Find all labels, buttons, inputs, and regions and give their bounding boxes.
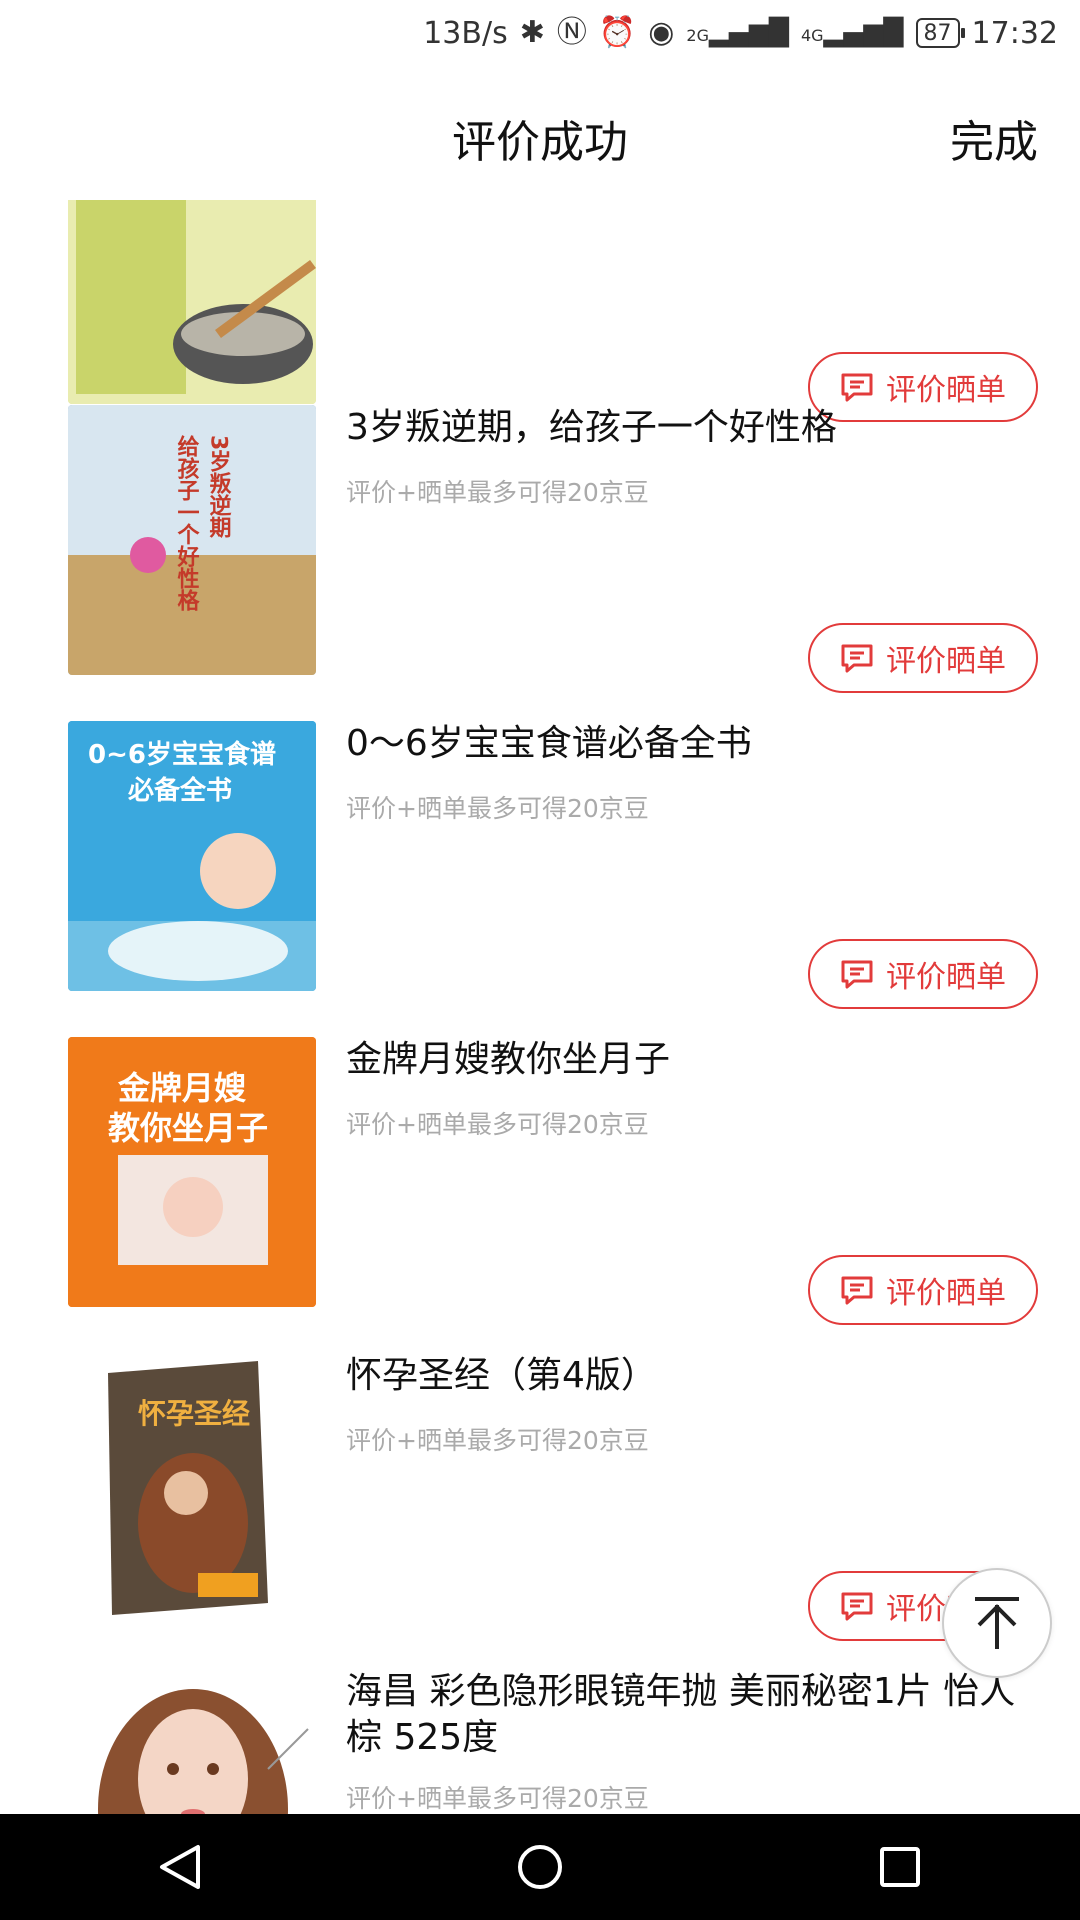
svg-text:怀孕圣经: 怀孕圣经: [138, 1397, 250, 1430]
comment-icon: [841, 373, 873, 402]
svg-text:教你坐月子: 教你坐月子: [108, 1109, 268, 1147]
home-nav-button[interactable]: [510, 1837, 570, 1897]
network-speed: 13B/s: [423, 15, 508, 51]
arrow-up-icon: [975, 1597, 1019, 1649]
reward-hint: 评价+晒单最多可得20京豆: [346, 1426, 649, 1455]
product-title[interactable]: 怀孕圣经（第4版）: [346, 1353, 1026, 1399]
battery-level: 87: [923, 20, 952, 46]
product-image[interactable]: [68, 1669, 316, 1814]
nfc-icon: Ⓝ: [556, 15, 587, 50]
product-title[interactable]: 海昌 彩色隐形眼镜年抛 美丽秘密1片 怡人棕 525度: [346, 1669, 1026, 1761]
bluetooth-icon: ✱: [519, 15, 545, 50]
signal-2g-icon: 2G▂▄▆█: [686, 18, 789, 48]
home-circle-icon: [518, 1845, 562, 1889]
svg-text:3岁叛逆期: 3岁叛逆期: [206, 435, 232, 540]
list-item: 怀孕圣经 怀孕圣经（第4版） 评价+晒单最多可得20京豆 评价晒单: [0, 1353, 1080, 1669]
review-button[interactable]: 评价晒单: [808, 623, 1038, 693]
battery-icon: 87: [915, 18, 965, 48]
clock: 17:32: [971, 15, 1058, 51]
header: 评价成功 完成: [0, 66, 1080, 202]
page-title: 评价成功: [452, 117, 628, 168]
review-button-label: 评价晒单: [886, 373, 1006, 408]
signal-4g-icon: 4G▂▄▆█: [800, 18, 904, 48]
product-title[interactable]: 0～6岁宝宝食谱必备全书: [346, 721, 1026, 767]
reward-hint: 评价+晒单最多可得20京豆: [346, 1784, 649, 1813]
review-button[interactable]: 评价晒单: [808, 1255, 1038, 1325]
svg-text:0~6岁宝宝食谱: 0~6岁宝宝食谱: [88, 739, 276, 770]
eye-icon: ◉: [648, 15, 675, 50]
list-item: 0~6岁宝宝食谱 必备全书 0～6岁宝宝食谱必备全书 评价+晒单最多可得20京豆…: [0, 721, 1080, 1037]
svg-text:必备全书: 必备全书: [128, 775, 232, 806]
comment-icon: [841, 644, 873, 673]
navigation-bar: [0, 1814, 1080, 1920]
comment-icon: [841, 1276, 873, 1305]
back-nav-button[interactable]: [150, 1837, 210, 1897]
svg-text:给孩子一个好性格: 给孩子一个好性格: [174, 434, 201, 611]
product-title[interactable]: 3岁叛逆期，给孩子一个好性格: [346, 405, 1026, 451]
back-triangle-icon: [160, 1845, 200, 1889]
reward-hint: 评价+晒单最多可得20京豆: [346, 794, 649, 823]
review-button[interactable]: 评价晒单: [808, 939, 1038, 1009]
list-item: 海昌 彩色隐形眼镜年抛 美丽秘密1片 怡人棕 525度 评价+晒单最多可得20京…: [0, 1669, 1080, 1814]
svg-text:金牌月嫂: 金牌月嫂: [117, 1069, 247, 1107]
back-to-top-button[interactable]: [942, 1568, 1052, 1678]
product-image[interactable]: 怀孕圣经: [68, 1353, 316, 1623]
product-image[interactable]: 0~6岁宝宝食谱 必备全书: [68, 721, 316, 991]
product-image[interactable]: 金牌月嫂 教你坐月子: [68, 1037, 316, 1307]
alarm-icon: ⏰: [598, 15, 637, 50]
recents-square-icon: [880, 1847, 920, 1887]
review-button-label: 评价晒单: [886, 960, 1006, 995]
done-button[interactable]: 完成: [950, 106, 1038, 170]
reward-hint: 评价+晒单最多可得20京豆: [346, 1110, 649, 1139]
order-item-list[interactable]: 评价晒单 3岁叛逆期 给孩子一个好性格 3岁叛逆期，给孩子一个好性格 评价+晒单…: [0, 200, 1080, 1814]
status-bar: 13B/s ✱ Ⓝ ⏰ ◉ 2G▂▄▆█ 4G▂▄▆█ 87 17:32: [0, 0, 1080, 66]
list-item: 3岁叛逆期 给孩子一个好性格 3岁叛逆期，给孩子一个好性格 评价+晒单最多可得2…: [0, 405, 1080, 721]
product-image[interactable]: 3岁叛逆期 给孩子一个好性格: [68, 405, 316, 675]
product-image[interactable]: [68, 200, 316, 404]
list-item: 金牌月嫂 教你坐月子 金牌月嫂教你坐月子 评价+晒单最多可得20京豆 评价晒单: [0, 1037, 1080, 1353]
comment-icon: [841, 960, 873, 989]
comment-icon: [841, 1592, 873, 1621]
recents-nav-button[interactable]: [870, 1837, 930, 1897]
product-title[interactable]: 金牌月嫂教你坐月子: [346, 1037, 1026, 1083]
reward-hint: 评价+晒单最多可得20京豆: [346, 478, 649, 507]
review-button-label: 评价晒单: [886, 1276, 1006, 1311]
review-button-label: 评价晒单: [886, 644, 1006, 679]
